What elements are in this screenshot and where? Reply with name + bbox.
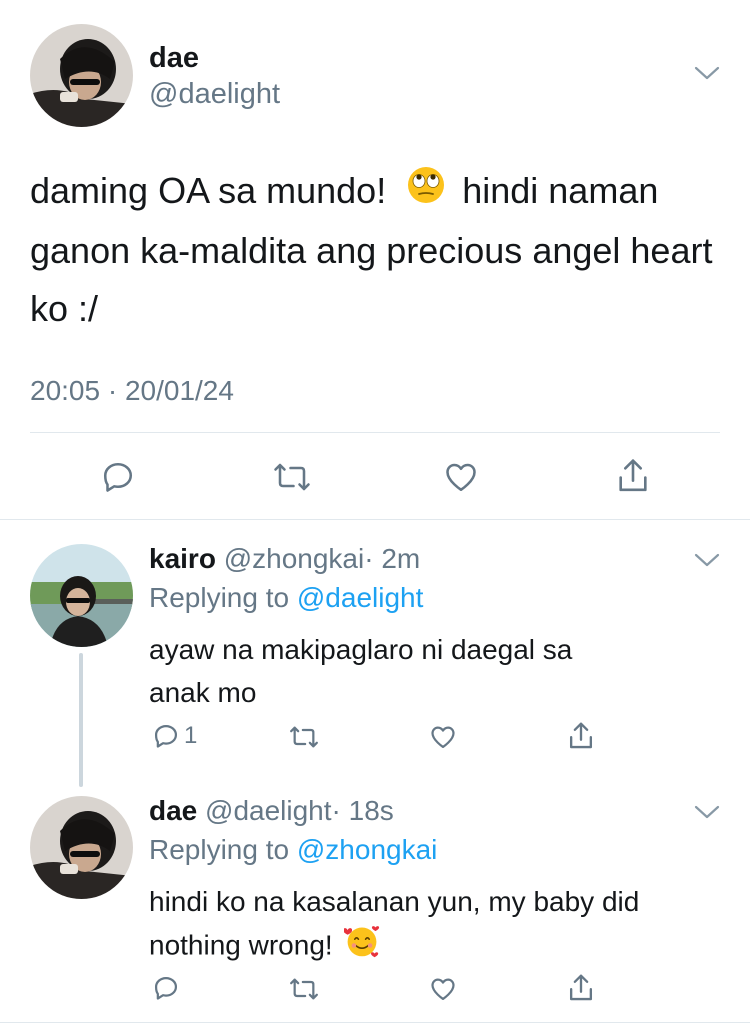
reply-count: 1 — [184, 722, 198, 749]
retweet-button[interactable] — [288, 975, 320, 1003]
smiling-face-with-hearts-icon — [343, 923, 380, 971]
face-with-rolling-eyes-icon — [406, 164, 446, 222]
tweet-header: dae @daelight· 18s — [149, 794, 394, 828]
retweet-button[interactable] — [288, 723, 320, 751]
divider — [30, 432, 720, 433]
share-button[interactable] — [614, 456, 652, 496]
tweet-time[interactable]: · 2m — [364, 543, 420, 574]
bottom-divider — [0, 1022, 750, 1023]
handle[interactable]: @zhongkai — [224, 543, 365, 574]
replying-to-link[interactable]: @daelight — [297, 582, 424, 613]
reply-button[interactable] — [100, 459, 136, 495]
replying-to: Replying to @daelight — [149, 581, 423, 615]
avatar[interactable] — [30, 24, 133, 127]
like-button[interactable] — [428, 975, 458, 1003]
chevron-down-icon[interactable] — [694, 64, 720, 82]
retweet-button[interactable] — [272, 459, 312, 495]
timestamp[interactable]: 20:05 · 20/01/24 — [30, 374, 234, 408]
tweet-text: ayaw na makipaglaro ni daegal sa anak mo — [149, 634, 573, 708]
tweet-text: daming OA sa mundo! hindi naman ganon ka… — [30, 162, 730, 338]
avatar[interactable] — [30, 796, 133, 899]
share-button[interactable] — [566, 720, 596, 752]
handle[interactable]: @daelight — [205, 795, 332, 826]
tweet-text-body: hindi ko na kasalanan yun, my baby did n… — [149, 886, 640, 961]
tweet-header: kairo @zhongkai· 2m — [149, 542, 420, 576]
handle[interactable]: @daelight — [149, 77, 280, 111]
display-name[interactable]: dae — [149, 41, 199, 75]
chevron-down-icon[interactable] — [694, 803, 720, 821]
display-name[interactable]: dae — [149, 795, 197, 826]
reply-button[interactable]: 1 — [152, 722, 197, 750]
share-button[interactable] — [566, 972, 596, 1004]
avatar[interactable] — [30, 544, 133, 647]
like-button[interactable] — [428, 723, 458, 751]
chevron-down-icon[interactable] — [694, 551, 720, 569]
tweet-text-part1: daming OA sa mundo! — [30, 170, 387, 211]
tweet-time[interactable]: · 18s — [332, 795, 394, 826]
replying-to-link[interactable]: @zhongkai — [297, 834, 438, 865]
reply-tweet[interactable]: kairo @zhongkai· 2m Replying to @daeligh… — [0, 520, 750, 787]
display-name[interactable]: kairo — [149, 543, 216, 574]
reply-tweet[interactable]: dae @daelight· 18s Replying to @zhongkai… — [0, 772, 750, 1025]
reply-button[interactable] — [152, 974, 180, 1002]
replying-to-label: Replying to — [149, 834, 297, 865]
thread-line — [79, 653, 83, 787]
replying-to: Replying to @zhongkai — [149, 833, 437, 867]
main-tweet: dae @daelight daming OA sa mundo! hindi … — [0, 0, 750, 520]
like-button[interactable] — [442, 459, 480, 495]
tweet-text: hindi ko na kasalanan yun, my baby did n… — [149, 880, 729, 971]
replying-to-label: Replying to — [149, 582, 297, 613]
